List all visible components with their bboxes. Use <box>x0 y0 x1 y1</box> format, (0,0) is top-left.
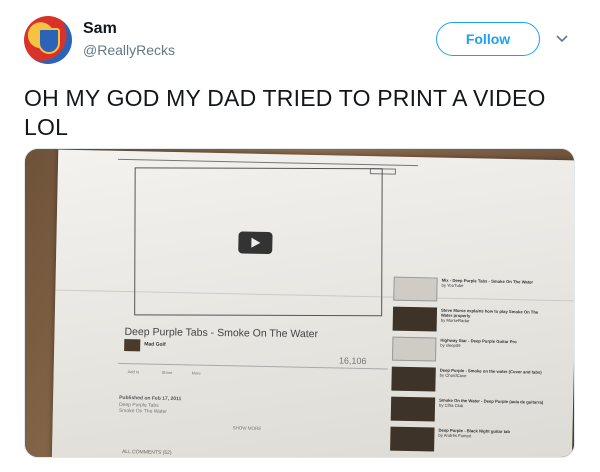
tweet-photo[interactable]: Deep Purple Tabs - Smoke On The Water Ma… <box>24 148 575 458</box>
sidebar-meta: by YouTube <box>441 282 464 289</box>
avatar[interactable] <box>24 16 72 64</box>
sidebar-item: Deep Purple - Smoke on the water (Cover … <box>391 366 552 396</box>
printed-more: More <box>191 370 201 376</box>
avatar-shield-graphic <box>38 28 60 54</box>
sidebar-item: Mix - Deep Purple Tabs - Smoke On The Wa… <box>393 276 554 306</box>
printed-video-title: Deep Purple Tabs - Smoke On The Water <box>124 325 319 341</box>
sidebar-item: Steve Morse explains how to play Smoke O… <box>392 306 554 336</box>
sidebar-text: Highway Star - Deep Purple Guitar Pro by … <box>440 338 548 350</box>
chevron-down-icon[interactable] <box>554 30 570 46</box>
printed-view-count: 16,106 <box>338 355 367 367</box>
printed-channel-avatar <box>124 339 141 352</box>
sidebar-text: Smoke On the Water - Deep Purple (aula d… <box>439 398 547 410</box>
printed-add-to: Add to <box>127 369 140 375</box>
sidebar-thumbnail <box>391 366 436 392</box>
tweet-text: OH MY GOD MY DAD TRIED TO PRINT A VIDEO … <box>24 85 546 140</box>
sidebar-meta: by ChordCave <box>439 372 467 379</box>
sidebar-thumbnail <box>391 336 437 362</box>
sidebar-thumbnail <box>392 306 438 332</box>
sidebar-meta: by Cifra Club <box>438 402 464 409</box>
sidebar-item: Deep Purple - Black Night guitar tab by A… <box>390 426 551 456</box>
sidebar-meta: by MorseRadar <box>440 317 470 324</box>
printed-channel-name: Mad Golf <box>144 341 166 348</box>
sidebar-text: Deep Purple - Black Night guitar tab by A… <box>438 428 546 440</box>
sidebar-item: Highway Star - Deep Purple Guitar Pro by … <box>391 336 553 366</box>
sidebar-title: Steve Morse explains how to play Smoke O… <box>440 307 539 319</box>
sidebar-thumbnail <box>393 276 438 302</box>
sidebar-item: Smoke On the Water - Deep Purple (aula d… <box>390 396 552 426</box>
user-handle[interactable]: @ReallyRecks <box>83 42 175 58</box>
sidebar-meta: by sleep09 <box>440 342 461 349</box>
sidebar-thumbnail <box>390 396 436 422</box>
printed-comments-header: ALL COMMENTS (52) <box>121 448 172 457</box>
printed-description: Deep Purple Tabs Smoke On The Water <box>118 401 167 415</box>
sidebar-meta: by Andrés Fumeó <box>438 432 472 439</box>
display-name[interactable]: Sam <box>83 20 117 38</box>
tweet-header: Sam @ReallyRecks Follow <box>24 16 584 70</box>
sidebar-text: Mix - Deep Purple Tabs - Smoke On The Wa… <box>441 278 549 290</box>
sidebar-text: Steve Morse explains how to play Smoke O… <box>441 308 549 325</box>
sidebar-thumbnail <box>390 426 435 452</box>
printed-share: Share <box>161 369 173 376</box>
printed-page: Deep Purple Tabs - Smoke On The Water Ma… <box>51 149 574 457</box>
printed-show-more: SHOW MORE <box>232 425 262 431</box>
follow-button[interactable]: Follow <box>436 22 540 56</box>
play-icon <box>238 231 273 255</box>
printed-sidebar: Mix - Deep Purple Tabs - Smoke On The Wa… <box>390 276 554 452</box>
printed-search-bar <box>118 158 419 167</box>
sidebar-text: Deep Purple - Smoke on the water (Cover … <box>440 368 548 380</box>
